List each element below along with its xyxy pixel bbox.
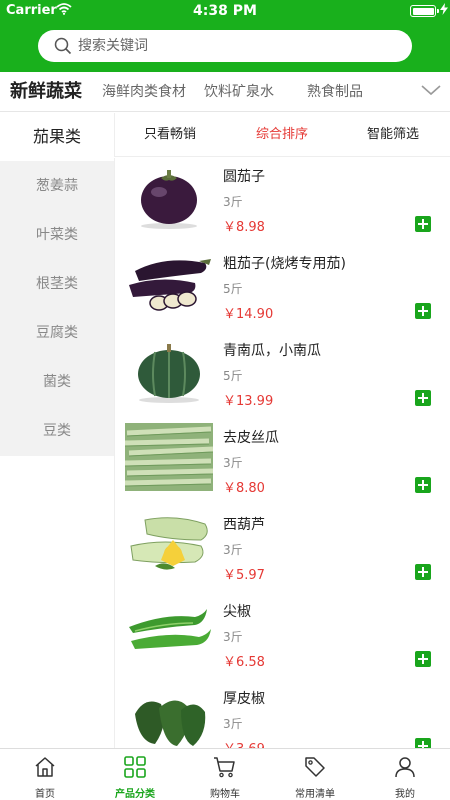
product-name: 厚皮椒 — [223, 691, 265, 707]
add-to-cart-button[interactable] — [415, 477, 431, 493]
add-to-cart-button[interactable] — [415, 216, 431, 232]
product-item[interactable]: 青南瓜，小南瓜 5斤 ￥13.99 — [115, 332, 450, 419]
product-price: ￥6.58 — [223, 655, 265, 670]
sidebar-item-root-vegetables[interactable]: 根茎类 — [0, 260, 114, 308]
product-item[interactable]: 圆茄子 3斤 ￥8.98 — [115, 158, 450, 245]
tab-drinks-water[interactable]: 饮料矿泉水 — [204, 72, 274, 112]
filter-bar: 只看畅销 综合排序 智能筛选 — [114, 113, 450, 157]
sidebar-item-leafy-greens[interactable]: 叶菜类 — [0, 211, 114, 259]
bell-pepper-image — [135, 700, 206, 746]
product-price: ￥13.99 — [223, 394, 274, 409]
battery-icon — [410, 5, 439, 17]
product-item[interactable]: 去皮丝瓜 3斤 ￥8.80 — [115, 419, 450, 506]
product-price: ￥8.98 — [223, 220, 265, 235]
product-name: 西葫芦 — [223, 517, 265, 533]
product-name: 粗茄子(烧烤专用茄) — [223, 256, 346, 272]
nav-home[interactable]: 首页 — [0, 749, 90, 800]
tab-seafood-meat[interactable]: 海鲜肉类食材 — [102, 72, 186, 112]
product-unit: 3斤 — [223, 717, 243, 731]
product-price: ￥8.80 — [223, 481, 265, 496]
app-screen: Carrier 4:38 PM 搜索关键词 新鲜蔬菜 海鲜肉类食材 饮料矿泉水 … — [0, 0, 450, 800]
add-to-cart-button[interactable] — [415, 651, 431, 667]
sidebar-item-tofu[interactable]: 豆腐类 — [0, 309, 114, 357]
product-item[interactable]: 尖椒 3斤 ￥6.58 — [115, 593, 450, 680]
tab-cooked-food[interactable]: 熟食制品 — [307, 72, 363, 112]
product-item[interactable]: 粗茄子(烧烤专用茄) 5斤 ￥14.90 — [115, 245, 450, 332]
product-name: 尖椒 — [223, 604, 251, 620]
chevron-down-icon[interactable] — [420, 82, 442, 101]
search-icon — [54, 37, 72, 59]
charging-icon — [440, 3, 448, 19]
nav-label: 我的 — [395, 789, 415, 800]
product-name: 去皮丝瓜 — [223, 430, 279, 446]
thick-eggplant-image — [129, 259, 211, 311]
home-icon — [35, 757, 55, 777]
nav-label: 购物车 — [210, 789, 240, 800]
nav-cart[interactable]: 购物车 — [180, 749, 270, 800]
sidebar-item-mushrooms[interactable]: 菌类 — [0, 358, 114, 406]
search-input[interactable] — [78, 30, 398, 62]
peeled-luffa-image — [125, 423, 213, 491]
header: Carrier 4:38 PM — [0, 0, 450, 72]
add-to-cart-button[interactable] — [415, 564, 431, 580]
status-bar: Carrier 4:38 PM — [0, 0, 450, 22]
status-time: 4:38 PM — [193, 3, 257, 19]
nav-label: 首页 — [35, 789, 55, 800]
search-bar[interactable] — [38, 30, 412, 62]
filter-best-selling[interactable]: 只看畅销 — [144, 113, 196, 157]
add-to-cart-button[interactable] — [415, 738, 431, 748]
product-unit: 5斤 — [223, 282, 243, 296]
product-unit: 3斤 — [223, 630, 243, 644]
sidebar-item-beans[interactable]: 豆类 — [0, 407, 114, 455]
product-price: ￥5.97 — [223, 568, 265, 583]
cart-icon — [214, 757, 235, 778]
product-unit: 5斤 — [223, 369, 243, 383]
product-unit: 3斤 — [223, 195, 243, 209]
person-icon — [395, 757, 415, 778]
tag-icon — [305, 757, 325, 777]
sidebar-item-solanaceous[interactable]: 茄果类 — [0, 113, 114, 161]
add-to-cart-button[interactable] — [415, 390, 431, 406]
sidebar-list: 茄果类 葱姜蒜 叶菜类 根茎类 豆腐类 菌类 豆类 — [0, 113, 114, 456]
nav-label: 常用清单 — [295, 789, 335, 800]
nav-product-categories[interactable]: 产品分类 — [90, 749, 180, 800]
nav-label: 产品分类 — [115, 789, 155, 800]
sidebar-item-scallion-ginger-garlic[interactable]: 葱姜蒜 — [0, 162, 114, 210]
green-pumpkin-image — [138, 344, 200, 403]
product-item[interactable]: 厚皮椒 3斤 ￥3.69 — [115, 680, 450, 748]
grid-icon — [124, 756, 146, 778]
product-price: ￥3.69 — [223, 738, 265, 748]
pointed-pepper-image — [129, 609, 211, 649]
tab-fresh-vegetables[interactable]: 新鲜蔬菜 — [10, 72, 82, 112]
product-item[interactable]: 西葫芦 3斤 ￥5.97 — [115, 506, 450, 593]
zucchini-image — [130, 517, 208, 570]
product-list: 圆茄子 3斤 ￥8.98 粗茄子(烧烤专用茄) 5斤 ￥14.90 青南瓜，小南… — [114, 158, 450, 748]
nav-frequent-list[interactable]: 常用清单 — [270, 749, 360, 800]
filter-smart[interactable]: 智能筛选 — [367, 113, 419, 157]
product-name: 圆茄子 — [223, 169, 265, 185]
bottom-nav: 首页 产品分类 购物车 常用清单 我的 — [0, 748, 450, 800]
product-name: 青南瓜，小南瓜 — [223, 343, 321, 359]
round-eggplant-image — [141, 170, 197, 229]
filter-sort-overall[interactable]: 综合排序 — [256, 113, 308, 157]
product-price: ￥14.90 — [223, 307, 274, 322]
product-unit: 3斤 — [223, 543, 243, 557]
category-tabs: 新鲜蔬菜 海鲜肉类食材 饮料矿泉水 熟食制品 — [0, 72, 450, 112]
add-to-cart-button[interactable] — [415, 303, 431, 319]
nav-profile[interactable]: 我的 — [360, 749, 450, 800]
category-sidebar: 茄果类 葱姜蒜 叶菜类 根茎类 豆腐类 菌类 豆类 — [0, 113, 114, 748]
product-unit: 3斤 — [223, 456, 243, 470]
